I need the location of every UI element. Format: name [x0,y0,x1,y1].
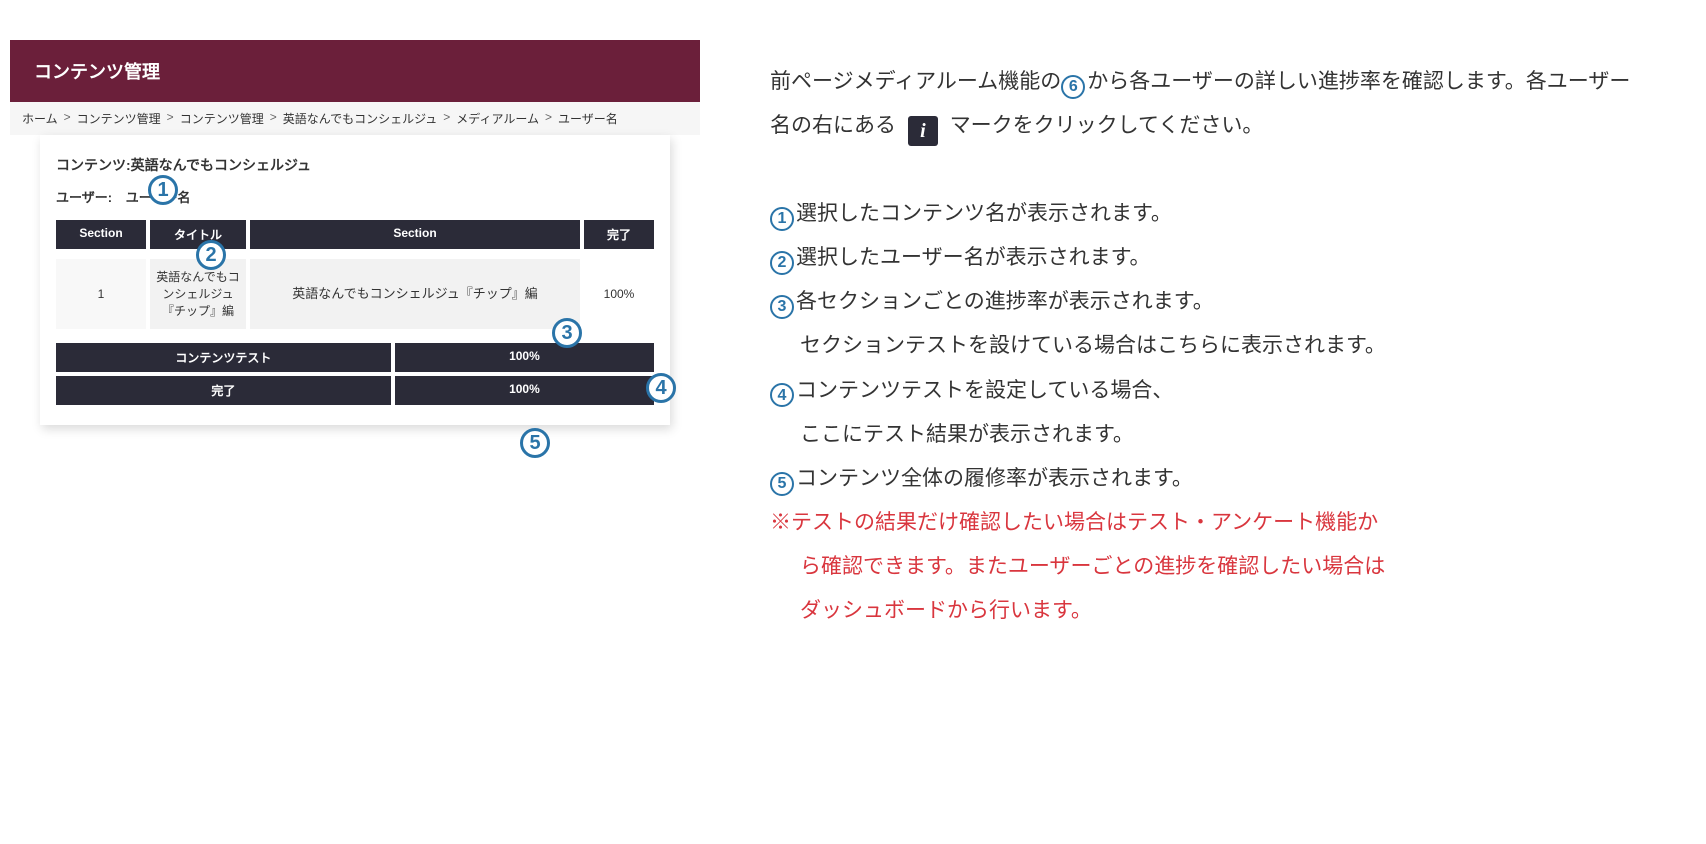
app-header: コンテンツ管理 [10,40,700,102]
breadcrumb-separator: > [167,110,174,127]
td-done: 100% [584,259,654,329]
app-screenshot-panel: コンテンツ管理 ホーム > コンテンツ管理 > コンテンツ管理 > 英語なんでも… [10,40,700,633]
detail-card: コンテンツ:英語なんでもコンシェルジュ ユーザー: ユーザー名 Section … [40,135,670,425]
td-section-name: 英語なんでもコンシェルジュ『チップ』編 [250,259,580,329]
footer-done-value: 100% [395,376,654,405]
callout-ref-1: 1 [770,207,794,231]
breadcrumb-separator: > [443,110,450,127]
intro-text: マークをクリックしてください。 [950,114,1264,137]
footer-done-label: 完了 [56,376,391,405]
info-icon: i [908,116,938,146]
content-title-line: コンテンツ:英語なんでもコンシェルジュ [56,155,654,175]
user-line: ユーザー: ユーザー名 [56,187,654,206]
td-title: 英語なんでもコンシェルジュ『チップ』編 [150,259,246,329]
content-label: コンテンツ: [56,157,131,173]
note-text: ダッシュボードから行います。 [800,599,1092,622]
intro-paragraph: 前ページメディアルーム機能の6から各ユーザーの詳しい進捗率を確認します。各ユーザ… [770,60,1640,148]
explanation-panel: 前ページメディアルーム機能の6から各ユーザーの詳しい進捗率を確認します。各ユーザ… [770,40,1640,633]
th-section-name: Section [250,220,580,249]
explain-line: 2選択したユーザー名が表示されます。 [770,236,1640,280]
callout-1: 1 [148,175,178,205]
footer-rows: コンテンツテスト 100% 完了 100% [56,343,654,405]
callout-ref-5: 5 [770,472,794,496]
explain-line: 4コンテンツテストを設定している場合、 [770,369,1640,413]
callout-ref-4: 4 [770,383,794,407]
breadcrumb-separator: > [270,110,277,127]
breadcrumb-item[interactable]: ホーム [22,110,58,127]
table-header: Section タイトル Section 完了 [56,220,654,249]
explain-line-cont: セクションテストを設けている場合はこちらに表示されます。 [770,324,1640,368]
callout-4: 4 [646,373,676,403]
breadcrumb-item[interactable]: コンテンツ管理 [180,110,264,127]
explain-text: ここにテスト結果が表示されます。 [800,423,1134,446]
explain-line: 1選択したコンテンツ名が表示されます。 [770,192,1640,236]
note-line: ダッシュボードから行います。 [770,589,1640,633]
user-label: ユーザー: [56,190,112,205]
callout-5: 5 [520,428,550,458]
explain-line: 5コンテンツ全体の履修率が表示されます。 [770,457,1640,501]
app-header-title: コンテンツ管理 [34,62,160,82]
th-title: タイトル [150,220,246,249]
content-name: 英語なんでもコンシェルジュ [131,157,311,173]
callout-ref-3: 3 [770,295,794,319]
breadcrumb-item[interactable]: ユーザー名 [558,110,618,127]
footer-test-label: コンテンツテスト [56,343,391,372]
th-done: 完了 [584,220,654,249]
breadcrumb-item[interactable]: コンテンツ管理 [77,110,161,127]
explain-text: セクションテストを設けている場合はこちらに表示されます。 [800,334,1386,357]
callout-3: 3 [552,318,582,348]
callout-2: 2 [196,240,226,270]
callout-ref-6: 6 [1061,75,1085,99]
note-line: ※テストの結果だけ確認したい場合はテスト・アンケート機能か [770,501,1640,545]
breadcrumb-separator: > [64,110,71,127]
breadcrumb-item[interactable]: メディアルーム [456,110,539,127]
note-text: ※テストの結果だけ確認したい場合はテスト・アンケート機能か [770,511,1378,534]
breadcrumb-item[interactable]: 英語なんでもコンシェルジュ [283,110,438,127]
th-section: Section [56,220,146,249]
note-text: ら確認できます。またユーザーごとの進捗を確認したい場合は [800,555,1385,578]
explain-text: 選択したユーザー名が表示されます。 [796,246,1150,269]
explain-line: 3各セクションごとの進捗率が表示されます。 [770,280,1640,324]
explain-text: コンテンツテストを設定している場合、 [796,379,1173,402]
callout-ref-2: 2 [770,251,794,275]
td-section-num: 1 [56,259,146,329]
breadcrumb-separator: > [545,110,552,127]
explain-line-cont: ここにテスト結果が表示されます。 [770,413,1640,457]
note-line: ら確認できます。またユーザーごとの進捗を確認したい場合は [770,545,1640,589]
explain-text: 各セクションごとの進捗率が表示されます。 [796,290,1214,313]
footer-test-value: 100% [395,343,654,372]
intro-text: 前ページメディアルーム機能の [770,70,1061,93]
breadcrumb: ホーム > コンテンツ管理 > コンテンツ管理 > 英語なんでもコンシェルジュ … [10,102,700,135]
explain-text: 選択したコンテンツ名が表示されます。 [796,202,1172,225]
footer-row-done: 完了 100% [56,376,654,405]
explain-text: コンテンツ全体の履修率が表示されます。 [796,467,1193,490]
